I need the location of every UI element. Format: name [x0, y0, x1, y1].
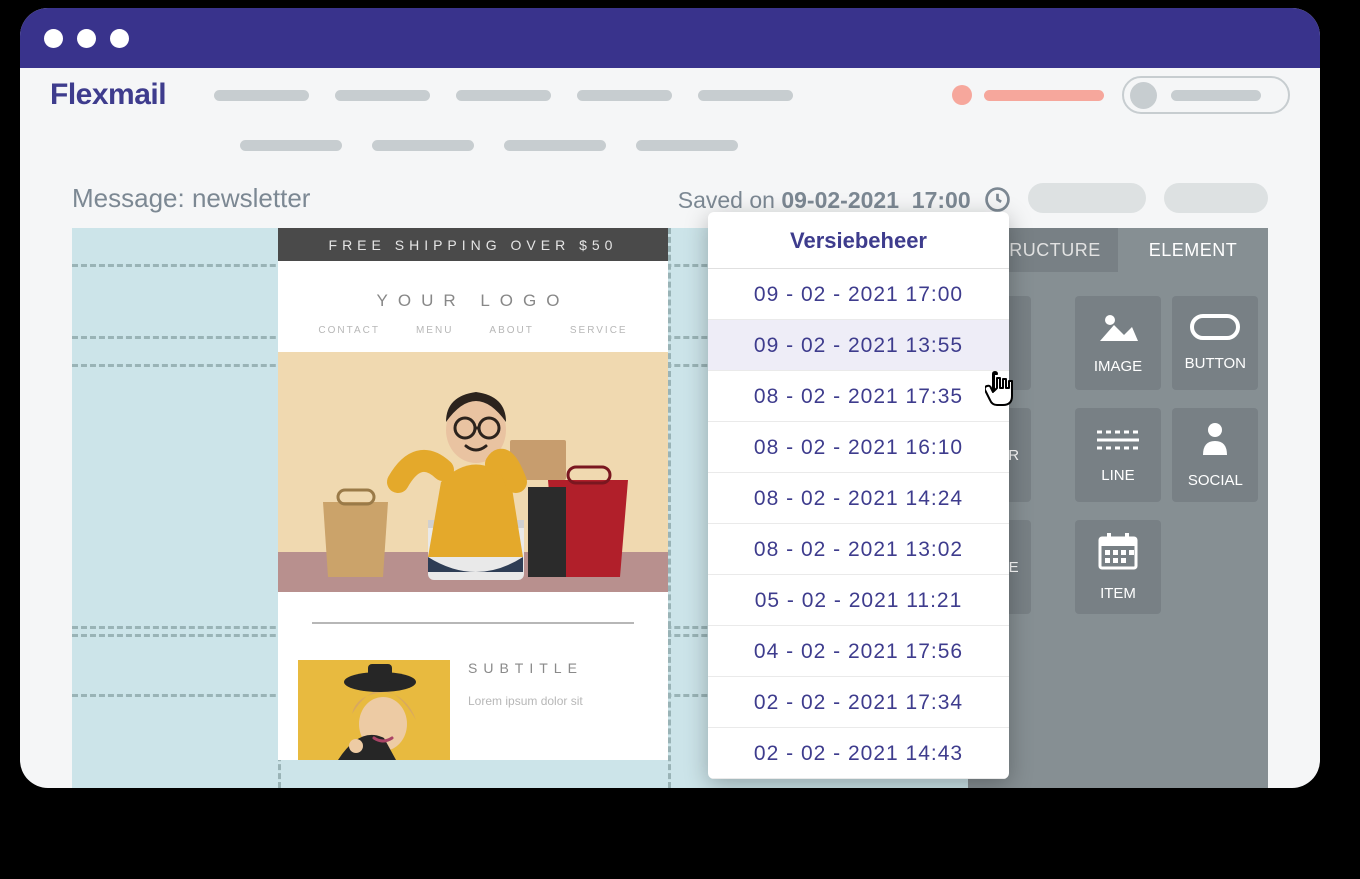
version-entry[interactable]: 08 - 02 - 2021 14:24: [708, 473, 1009, 524]
brand-logo: Flexmail: [50, 78, 166, 112]
element-panel: STRUCTURE ELEMENT IMAGE BUTTON: [968, 228, 1268, 788]
element-tile-social[interactable]: SOCIAL: [1172, 408, 1258, 502]
tile-label: BUTTON: [1185, 355, 1246, 372]
user-menu[interactable]: [1122, 76, 1290, 114]
nav-link-placeholder[interactable]: [456, 90, 551, 101]
tile-label: ITEM: [1100, 585, 1136, 602]
editor-body: FREE SHIPPING OVER $50 YOUR LOGO CONTACT…: [72, 228, 1268, 788]
email-nav: CONTACT MENU ABOUT SERVICE: [278, 311, 668, 346]
history-icon[interactable]: [985, 187, 1010, 212]
email-divider[interactable]: [312, 622, 634, 624]
button-icon: [1190, 314, 1240, 345]
saved-status: Saved on 09-02-2021 17:00: [678, 183, 1010, 214]
social-icon: [1199, 421, 1231, 462]
nav-link-placeholder[interactable]: [698, 90, 793, 101]
email-nav-contact[interactable]: CONTACT: [318, 325, 380, 336]
email-card[interactable]: SUBTITLE Lorem ipsum dolor sit: [298, 660, 648, 760]
action-button-placeholder[interactable]: [1164, 183, 1268, 213]
version-entry[interactable]: 08 - 02 - 2021 13:02: [708, 524, 1009, 575]
notification-indicator[interactable]: [952, 85, 1104, 105]
window-dot-maximize[interactable]: [110, 29, 129, 48]
secondary-nav: [20, 122, 1320, 168]
email-preview[interactable]: FREE SHIPPING OVER $50 YOUR LOGO CONTACT…: [278, 228, 668, 760]
app-window: Flexmail Message: newsletter Saved on 09…: [20, 8, 1320, 788]
tile-label: SOCIAL: [1188, 472, 1243, 489]
email-logo-text: YOUR LOGO: [377, 291, 570, 310]
guide-vertical: [668, 228, 671, 788]
saved-date: 09-02-2021: [781, 187, 899, 213]
top-nav: Flexmail: [20, 68, 1320, 122]
email-logo-section[interactable]: YOUR LOGO CONTACT MENU ABOUT SERVICE: [278, 261, 668, 352]
version-history-dropdown[interactable]: Versiebeheer 09 - 02 - 2021 17:00 09 - 0…: [708, 212, 1009, 779]
email-hero-image[interactable]: [278, 352, 668, 592]
element-tile-item[interactable]: ITEM: [1075, 520, 1161, 614]
email-nav-service[interactable]: SERVICE: [570, 325, 628, 336]
line-icon: [1095, 426, 1141, 457]
element-tile-empty: [1172, 520, 1258, 614]
notification-text-placeholder: [984, 90, 1104, 101]
email-banner[interactable]: FREE SHIPPING OVER $50: [278, 228, 668, 261]
element-grid: IMAGE BUTTON R LINE: [968, 272, 1268, 614]
version-entry[interactable]: 04 - 02 - 2021 17:56: [708, 626, 1009, 677]
email-card-body: Lorem ipsum dolor sit: [468, 694, 583, 708]
element-tile-line[interactable]: LINE: [1075, 408, 1161, 502]
saved-label: Saved on: [678, 187, 775, 213]
email-card-text[interactable]: SUBTITLE Lorem ipsum dolor sit: [468, 660, 583, 760]
editor-header: Message: newsletter Saved on 09-02-2021 …: [20, 168, 1320, 228]
tile-label: R: [1008, 447, 1019, 464]
version-entry[interactable]: 08 - 02 - 2021 16:10: [708, 422, 1009, 473]
main-nav-links: [214, 90, 793, 101]
page-title: Message: newsletter: [72, 183, 310, 214]
version-entry[interactable]: 02 - 02 - 2021 14:43: [708, 728, 1009, 779]
panel-tabs: STRUCTURE ELEMENT: [968, 228, 1268, 272]
notification-dot-icon: [952, 85, 972, 105]
subnav-link-placeholder[interactable]: [636, 140, 738, 151]
tile-label: E: [1009, 559, 1019, 576]
username-placeholder: [1171, 90, 1261, 101]
version-entry[interactable]: 09 - 02 - 2021 13:55: [708, 320, 1009, 371]
pointer-cursor-icon: [985, 370, 1019, 412]
email-nav-menu[interactable]: MENU: [416, 325, 453, 336]
window-dot-close[interactable]: [44, 29, 63, 48]
email-nav-about[interactable]: ABOUT: [489, 325, 533, 336]
email-card-image[interactable]: [298, 660, 450, 760]
element-tile-image[interactable]: IMAGE: [1075, 296, 1161, 390]
nav-link-placeholder[interactable]: [335, 90, 430, 101]
nav-link-placeholder[interactable]: [577, 90, 672, 101]
version-entry[interactable]: 02 - 02 - 2021 17:34: [708, 677, 1009, 728]
window-dot-minimize[interactable]: [77, 29, 96, 48]
saved-time: 17:00: [912, 187, 971, 213]
version-entry[interactable]: 05 - 02 - 2021 11:21: [708, 575, 1009, 626]
tile-label: IMAGE: [1094, 358, 1142, 375]
calendar-icon: [1098, 532, 1138, 575]
version-entry[interactable]: 08 - 02 - 2021 17:35: [708, 371, 1009, 422]
nav-link-placeholder[interactable]: [214, 90, 309, 101]
tile-label: LINE: [1101, 467, 1134, 484]
action-button-placeholder[interactable]: [1028, 183, 1146, 213]
tab-element[interactable]: ELEMENT: [1118, 228, 1268, 272]
email-card-subtitle: SUBTITLE: [468, 660, 583, 676]
subnav-link-placeholder[interactable]: [372, 140, 474, 151]
subnav-link-placeholder[interactable]: [504, 140, 606, 151]
version-entry[interactable]: 09 - 02 - 2021 17:00: [708, 269, 1009, 320]
window-titlebar: [20, 8, 1320, 68]
avatar: [1130, 82, 1157, 109]
element-tile-button[interactable]: BUTTON: [1172, 296, 1258, 390]
version-history-title: Versiebeheer: [708, 212, 1009, 269]
image-icon: [1098, 311, 1138, 348]
subnav-link-placeholder[interactable]: [240, 140, 342, 151]
